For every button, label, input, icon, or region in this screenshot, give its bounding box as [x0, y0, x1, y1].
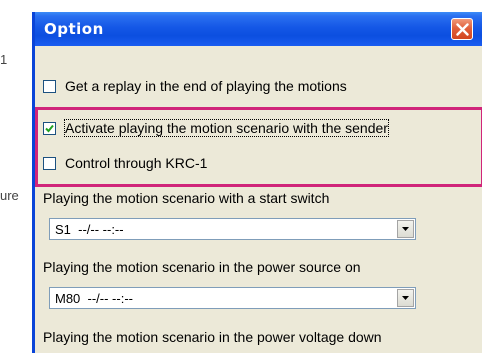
start-switch-value: S1 --/-- --:--	[55, 222, 124, 237]
sender-label: Activate playing the motion scenario wit…	[64, 119, 389, 137]
replay-label: Get a replay in the end of playing the m…	[65, 78, 347, 94]
krc-checkbox[interactable]	[43, 156, 56, 170]
dialog-body: Get a replay in the end of playing the m…	[35, 46, 482, 353]
chevron-down-icon	[402, 227, 409, 231]
dropdown-button[interactable]	[397, 220, 414, 238]
power-on-value: M80 --/-- --:--	[55, 291, 133, 306]
close-button[interactable]	[451, 18, 473, 40]
sender-option[interactable]: Activate playing the motion scenario wit…	[43, 117, 389, 139]
voltage-down-label: Playing the motion scenario in the power…	[43, 329, 382, 345]
dropdown-button[interactable]	[397, 289, 414, 307]
background-text-fragment: ure	[0, 188, 19, 203]
checkmark-icon	[45, 124, 54, 132]
title-bar[interactable]: Option	[35, 12, 482, 46]
start-switch-select[interactable]: S1 --/-- --:--	[49, 218, 416, 240]
chevron-down-icon	[402, 296, 409, 300]
power-on-label: Playing the motion scenario in the power…	[43, 259, 361, 275]
replay-option[interactable]: Get a replay in the end of playing the m…	[43, 75, 347, 97]
dialog-title: Option	[44, 20, 104, 38]
sender-checkbox[interactable]	[43, 121, 56, 135]
option-dialog: Option Get a replay in the end of playin…	[32, 12, 482, 353]
close-icon	[456, 23, 469, 36]
krc-label: Control through KRC-1	[65, 155, 208, 171]
start-switch-label: Playing the motion scenario with a start…	[43, 190, 330, 206]
replay-checkbox[interactable]	[43, 79, 56, 93]
power-on-select[interactable]: M80 --/-- --:--	[49, 287, 416, 309]
krc-option[interactable]: Control through KRC-1	[43, 152, 207, 174]
background-text-fragment: 1	[0, 52, 8, 67]
